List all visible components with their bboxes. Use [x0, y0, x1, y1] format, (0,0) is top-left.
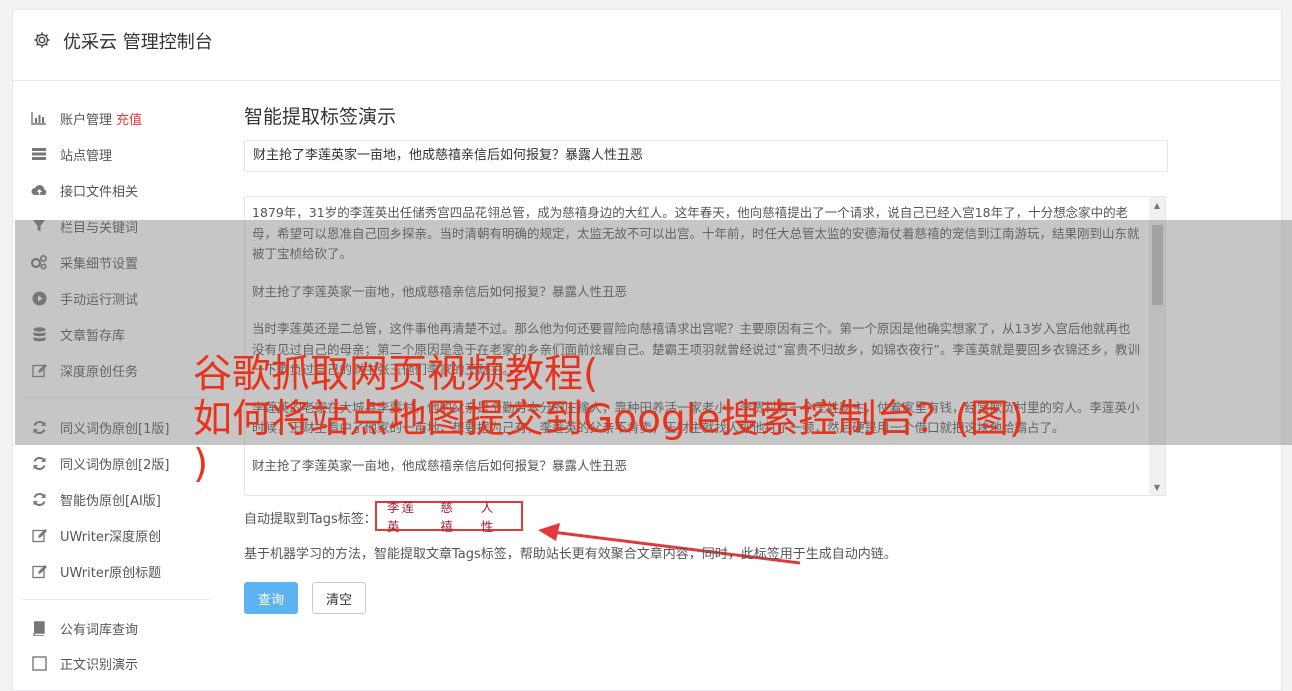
overlay-caption-line: ) [193, 442, 209, 487]
extracted-tags-box: 李莲英 慈禧 人性 [375, 500, 523, 534]
sidebar-item-label: 智能伪原创[AI版] [60, 493, 161, 509]
book-icon [30, 620, 48, 636]
sidebar-item-label: 账户管理 [60, 112, 113, 128]
overlay-caption-line: 如何将站点地图提交到Google搜索控制台？(图) [193, 397, 1024, 442]
page-title: 优采云 管理控制台 [63, 32, 213, 53]
cloud-upload-icon [30, 182, 48, 198]
edit-icon [30, 527, 48, 543]
sidebar-item-interface[interactable]: 接口文件相关 [30, 179, 138, 201]
sidebar-item-label: 正文识别演示 [60, 657, 139, 673]
refresh-icon [30, 491, 48, 507]
tag-item: 慈禧 [440, 500, 455, 534]
scroll-up-arrow-icon[interactable]: ▲ [1149, 197, 1165, 213]
sidebar-item-uwriter-title[interactable]: UWriter原创标题 [30, 560, 161, 582]
square-icon [30, 655, 48, 671]
sidebar-item-uwriter-deep[interactable]: UWriter深度原创 [30, 524, 161, 546]
overlay-caption-line: 谷歌抓取网页视频教程( [193, 352, 599, 397]
tag-item: 人性 [480, 500, 496, 534]
panel-header: 优采云 管理控制台 [13, 10, 1281, 81]
tag-item: 李莲英 [387, 500, 417, 534]
sidebar-item-label: UWriter深度原创 [60, 529, 162, 545]
server-icon [30, 146, 48, 162]
sidebar-item-text-recognition[interactable]: 正文识别演示 [30, 652, 138, 674]
sidebar-divider [22, 599, 210, 600]
article-title-input[interactable]: 财主抢了李莲英家一亩地，他成慈禧亲信后如何报复？暴露人性丑恶 [244, 140, 1168, 172]
sidebar-item-label: 同义词伪原创[2版] [60, 457, 170, 473]
tags-label: 自动提取到Tags标签： [244, 512, 377, 527]
recharge-link[interactable]: 充值 [116, 109, 142, 128]
sidebar-item-label: 公有词库查询 [60, 622, 139, 638]
sidebar-item-ai-rewrite[interactable]: 智能伪原创[AI版] [30, 488, 161, 510]
feature-description: 基于机器学习的方法，智能提取文章Tags标签，帮助站长更有效聚合文章内容，同时，… [244, 547, 897, 562]
clear-button[interactable]: 清空 [312, 582, 366, 614]
sidebar-item-public-lexicon[interactable]: 公有词库查询 [30, 617, 138, 639]
sidebar-item-label: UWriter原创标题 [60, 565, 162, 581]
refresh-icon [30, 455, 48, 471]
sidebar-item-account[interactable]: 账户管理 充值 [30, 107, 142, 129]
gear-icon [34, 32, 50, 48]
bar-chart-icon [30, 110, 48, 126]
sidebar-item-synonym-v2[interactable]: 同义词伪原创[2版] [30, 452, 169, 474]
sidebar-item-sites[interactable]: 站点管理 [30, 143, 112, 165]
section-title: 智能提取标签演示 [244, 106, 397, 128]
overlay-caption: 谷歌抓取网页视频教程( 如何将站点地图提交到Google搜索控制台？(图) ) [193, 352, 1193, 487]
query-button[interactable]: 查询 [244, 582, 298, 614]
edit-icon [30, 563, 48, 579]
sidebar-item-label: 接口文件相关 [60, 184, 139, 200]
sidebar-item-label: 站点管理 [60, 148, 113, 164]
